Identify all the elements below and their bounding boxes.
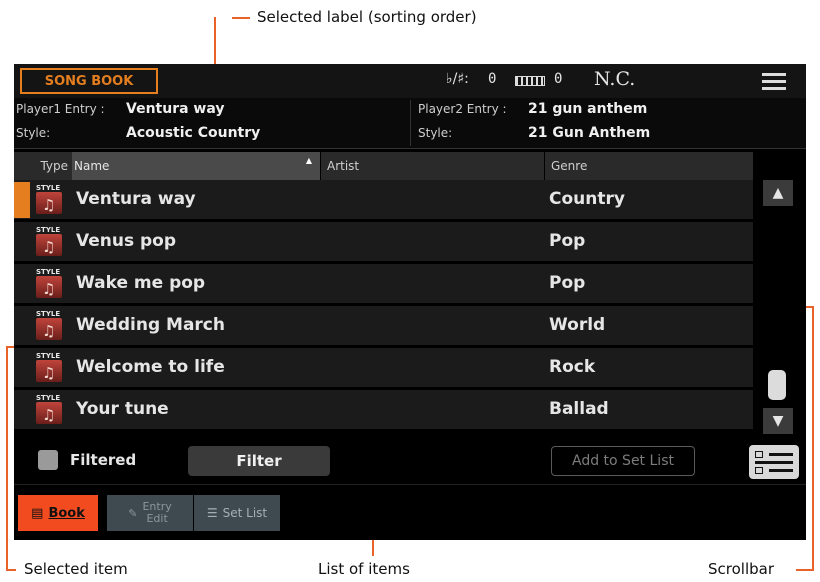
add-to-set-list-button[interactable]: Add to Set List — [551, 446, 695, 476]
tab-edit-label: Edit — [146, 512, 168, 525]
column-header-name[interactable]: Name ▲ — [72, 152, 320, 180]
callout-scrollbar: Scrollbar — [708, 560, 774, 578]
player2-entry-label: Player2 Entry : — [418, 102, 507, 116]
tab-set-list-label: Set List — [222, 506, 268, 520]
transpose-value[interactable]: 0 — [488, 71, 496, 87]
callout-list-of-items: List of items — [318, 560, 410, 578]
player2-entry-value: 21 gun anthem — [528, 101, 648, 117]
style-icon: ♫ STYLE — [33, 184, 67, 218]
player1-style-value: Acoustic Country — [126, 125, 261, 141]
filtered-checkbox[interactable] — [38, 450, 58, 470]
callout-line — [232, 17, 250, 19]
transpose-label: ♭/♯: — [446, 71, 469, 87]
page-title[interactable]: SONG BOOK — [20, 68, 158, 94]
scrollbar[interactable]: ▲ ▼ — [753, 180, 806, 435]
style-icon: ♫ STYLE — [33, 268, 67, 302]
player2-style-value: 21 Gun Anthem — [528, 125, 651, 141]
book-icon: ▤ — [31, 505, 44, 521]
song-book-screen: SONG BOOK ♭/♯: 0 0 N.C. Player1 Entry : … — [14, 64, 806, 540]
tab-set-list[interactable]: ☰ Set List — [194, 495, 280, 531]
selected-marker — [14, 182, 30, 218]
list-item[interactable]: ♫ STYLE Wedding March World — [14, 306, 753, 346]
style-icon: ♫ STYLE — [33, 394, 67, 428]
sort-ascending-icon: ▲ — [305, 156, 312, 165]
player1-style-label: Style: — [16, 126, 51, 140]
style-icon: ♫ STYLE — [33, 352, 67, 386]
callout-line — [6, 569, 16, 571]
song-genre: Pop — [549, 231, 586, 251]
list-item[interactable]: ♫ STYLE Wake me pop Pop — [14, 264, 753, 304]
tab-book[interactable]: ▤ Book — [18, 495, 98, 531]
callout-line — [806, 306, 814, 308]
song-name: Ventura way — [76, 189, 196, 209]
menu-icon[interactable] — [762, 73, 786, 91]
top-bar: SONG BOOK ♭/♯: 0 0 N.C. — [14, 64, 806, 98]
song-name: Wedding March — [76, 315, 225, 335]
callout-line — [812, 306, 814, 571]
entries-panel: Player1 Entry : Ventura way Style: Acous… — [14, 98, 806, 149]
page-tabs: ▤ Book ✎ Entry Edit ☰ Set List — [14, 484, 806, 540]
list-item[interactable]: ♫ STYLE Venus pop Pop — [14, 222, 753, 262]
song-name: Welcome to life — [76, 357, 225, 377]
list-icon: ☰ — [206, 506, 218, 520]
octave-value[interactable]: 0 — [554, 71, 562, 87]
checklist-icon — [755, 451, 763, 458]
song-name: Venus pop — [76, 231, 177, 251]
chord-display: N.C. — [594, 68, 636, 90]
style-icon: ♫ STYLE — [33, 226, 67, 260]
tab-entry-edit[interactable]: ✎ Entry Edit — [107, 495, 193, 531]
list-item[interactable]: ♫ STYLE Your tune Ballad — [14, 390, 753, 430]
scroll-up-button[interactable]: ▲ — [763, 180, 793, 206]
keyboard-icon — [515, 76, 545, 86]
song-genre: Ballad — [549, 399, 609, 419]
player2-style-label: Style: — [418, 126, 453, 140]
filter-button[interactable]: Filter — [188, 446, 330, 476]
song-name: Wake me pop — [76, 273, 206, 293]
style-icon: ♫ STYLE — [33, 310, 67, 344]
column-header-artist[interactable]: Artist — [321, 152, 544, 180]
song-genre: Country — [549, 189, 625, 209]
list-item[interactable]: ♫ STYLE Welcome to life Rock — [14, 348, 753, 388]
song-genre: Rock — [549, 357, 596, 377]
player1-entry-value: Ventura way — [126, 101, 225, 117]
tab-book-label: Book — [48, 505, 85, 521]
song-genre: Pop — [549, 273, 586, 293]
column-header-name-label: Name — [74, 159, 110, 173]
list-controls: Filtered Filter Add to Set List — [14, 436, 806, 484]
song-name: Your tune — [76, 399, 169, 419]
set-list-menu-button[interactable] — [749, 445, 799, 479]
pencil-icon: ✎ — [128, 506, 138, 520]
callout-line — [6, 346, 8, 570]
callout-selected-item: Selected item — [24, 560, 128, 578]
callout-selected-label: Selected label (sorting order) — [257, 8, 477, 26]
divider — [410, 100, 411, 146]
column-header-genre[interactable]: Genre — [545, 152, 753, 180]
scrollbar-thumb[interactable] — [768, 370, 786, 400]
song-genre: World — [549, 315, 606, 335]
filtered-label: Filtered — [70, 451, 137, 469]
player1-entry-label: Player1 Entry : — [16, 102, 105, 116]
list-item[interactable]: ♫ STYLE Ventura way Country — [14, 180, 753, 220]
column-header-type[interactable]: Type — [14, 152, 72, 180]
scroll-down-button[interactable]: ▼ — [763, 408, 793, 434]
